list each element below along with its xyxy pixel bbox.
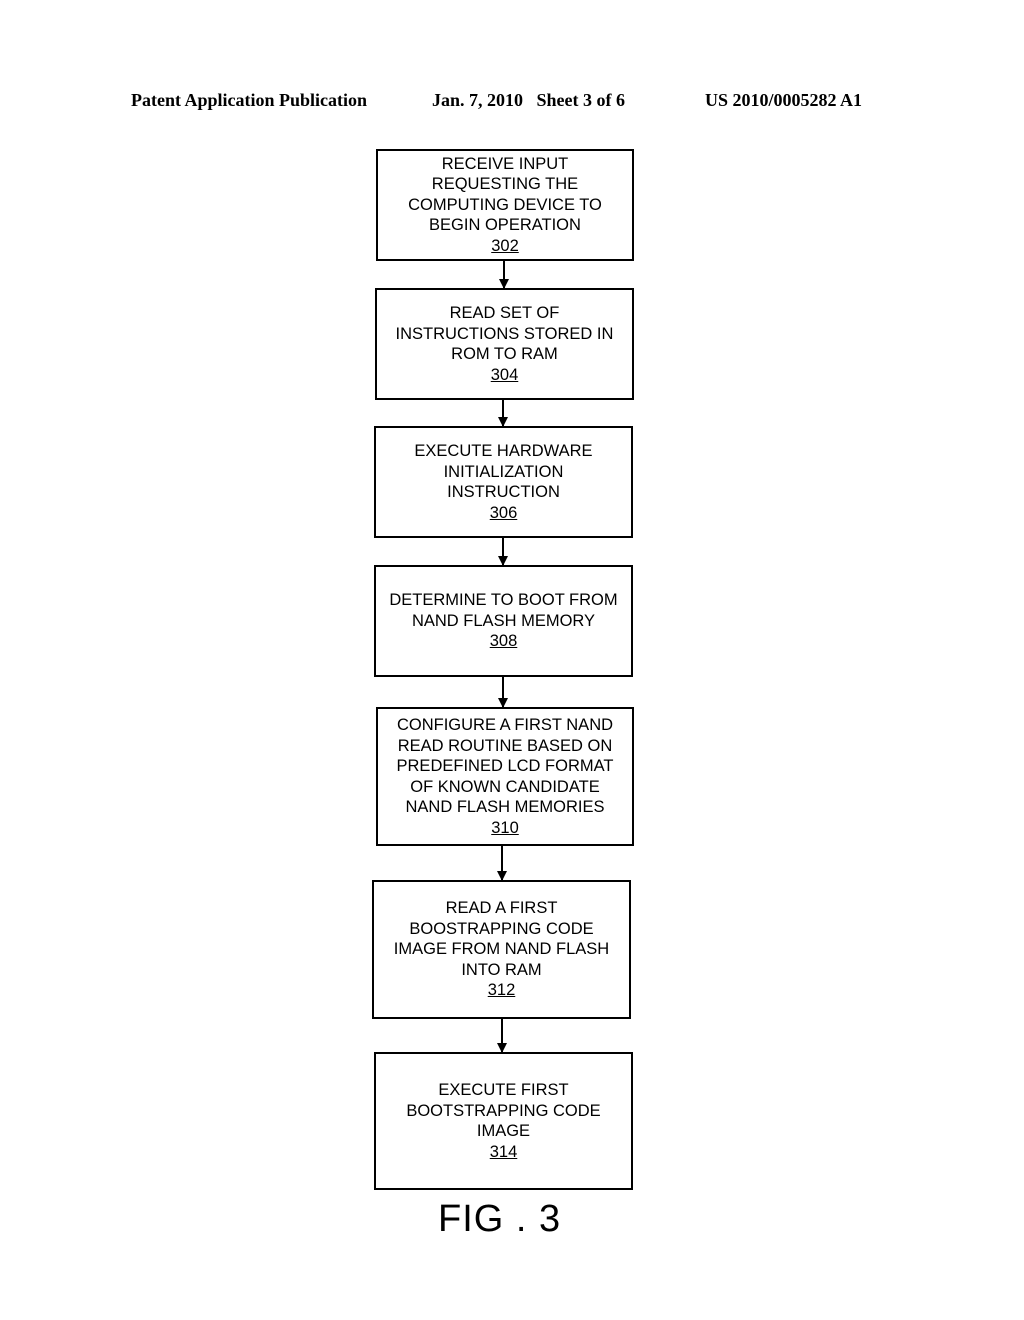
step-302-ref: 302 xyxy=(491,236,519,255)
step-302-text: RECEIVE INPUT REQUESTING THE COMPUTING D… xyxy=(408,154,602,235)
step-312-text: READ A FIRST BOOSTRAPPING CODE IMAGE FRO… xyxy=(393,899,610,979)
step-302-box: RECEIVE INPUT REQUESTING THE COMPUTING D… xyxy=(376,149,634,261)
step-306-ref: 306 xyxy=(489,503,518,522)
step-308-box: DETERMINE TO BOOT FROM NAND FLASH MEMORY… xyxy=(374,565,633,677)
step-314-box: EXECUTE FIRST BOOTSTRAPPING CODE IMAGE 3… xyxy=(374,1052,633,1190)
step-312-box: READ A FIRST BOOSTRAPPING CODE IMAGE FRO… xyxy=(372,880,631,1019)
step-304-text: READ SET OF INSTRUCTIONS STORED IN ROM T… xyxy=(395,304,614,363)
step-310-text: CONFIGURE A FIRST NAND READ ROUTINE BASE… xyxy=(396,716,614,816)
step-310-ref: 310 xyxy=(491,818,519,837)
step-304-ref: 304 xyxy=(490,365,519,384)
step-314-ref: 314 xyxy=(489,1142,518,1161)
step-306-text: EXECUTE HARDWARE INITIALIZATION INSTRUCT… xyxy=(414,442,593,501)
step-304-box: READ SET OF INSTRUCTIONS STORED IN ROM T… xyxy=(375,288,634,400)
step-306-box: EXECUTE HARDWARE INITIALIZATION INSTRUCT… xyxy=(374,426,633,538)
step-312-ref: 312 xyxy=(487,981,516,1000)
step-310-box: CONFIGURE A FIRST NAND READ ROUTINE BASE… xyxy=(376,707,634,846)
step-308-text: DETERMINE TO BOOT FROM NAND FLASH MEMORY xyxy=(389,591,618,630)
figure-label: FIG . 3 xyxy=(438,1198,562,1240)
step-314-text: EXECUTE FIRST BOOTSTRAPPING CODE IMAGE xyxy=(406,1081,601,1140)
step-308-ref: 308 xyxy=(489,632,518,651)
